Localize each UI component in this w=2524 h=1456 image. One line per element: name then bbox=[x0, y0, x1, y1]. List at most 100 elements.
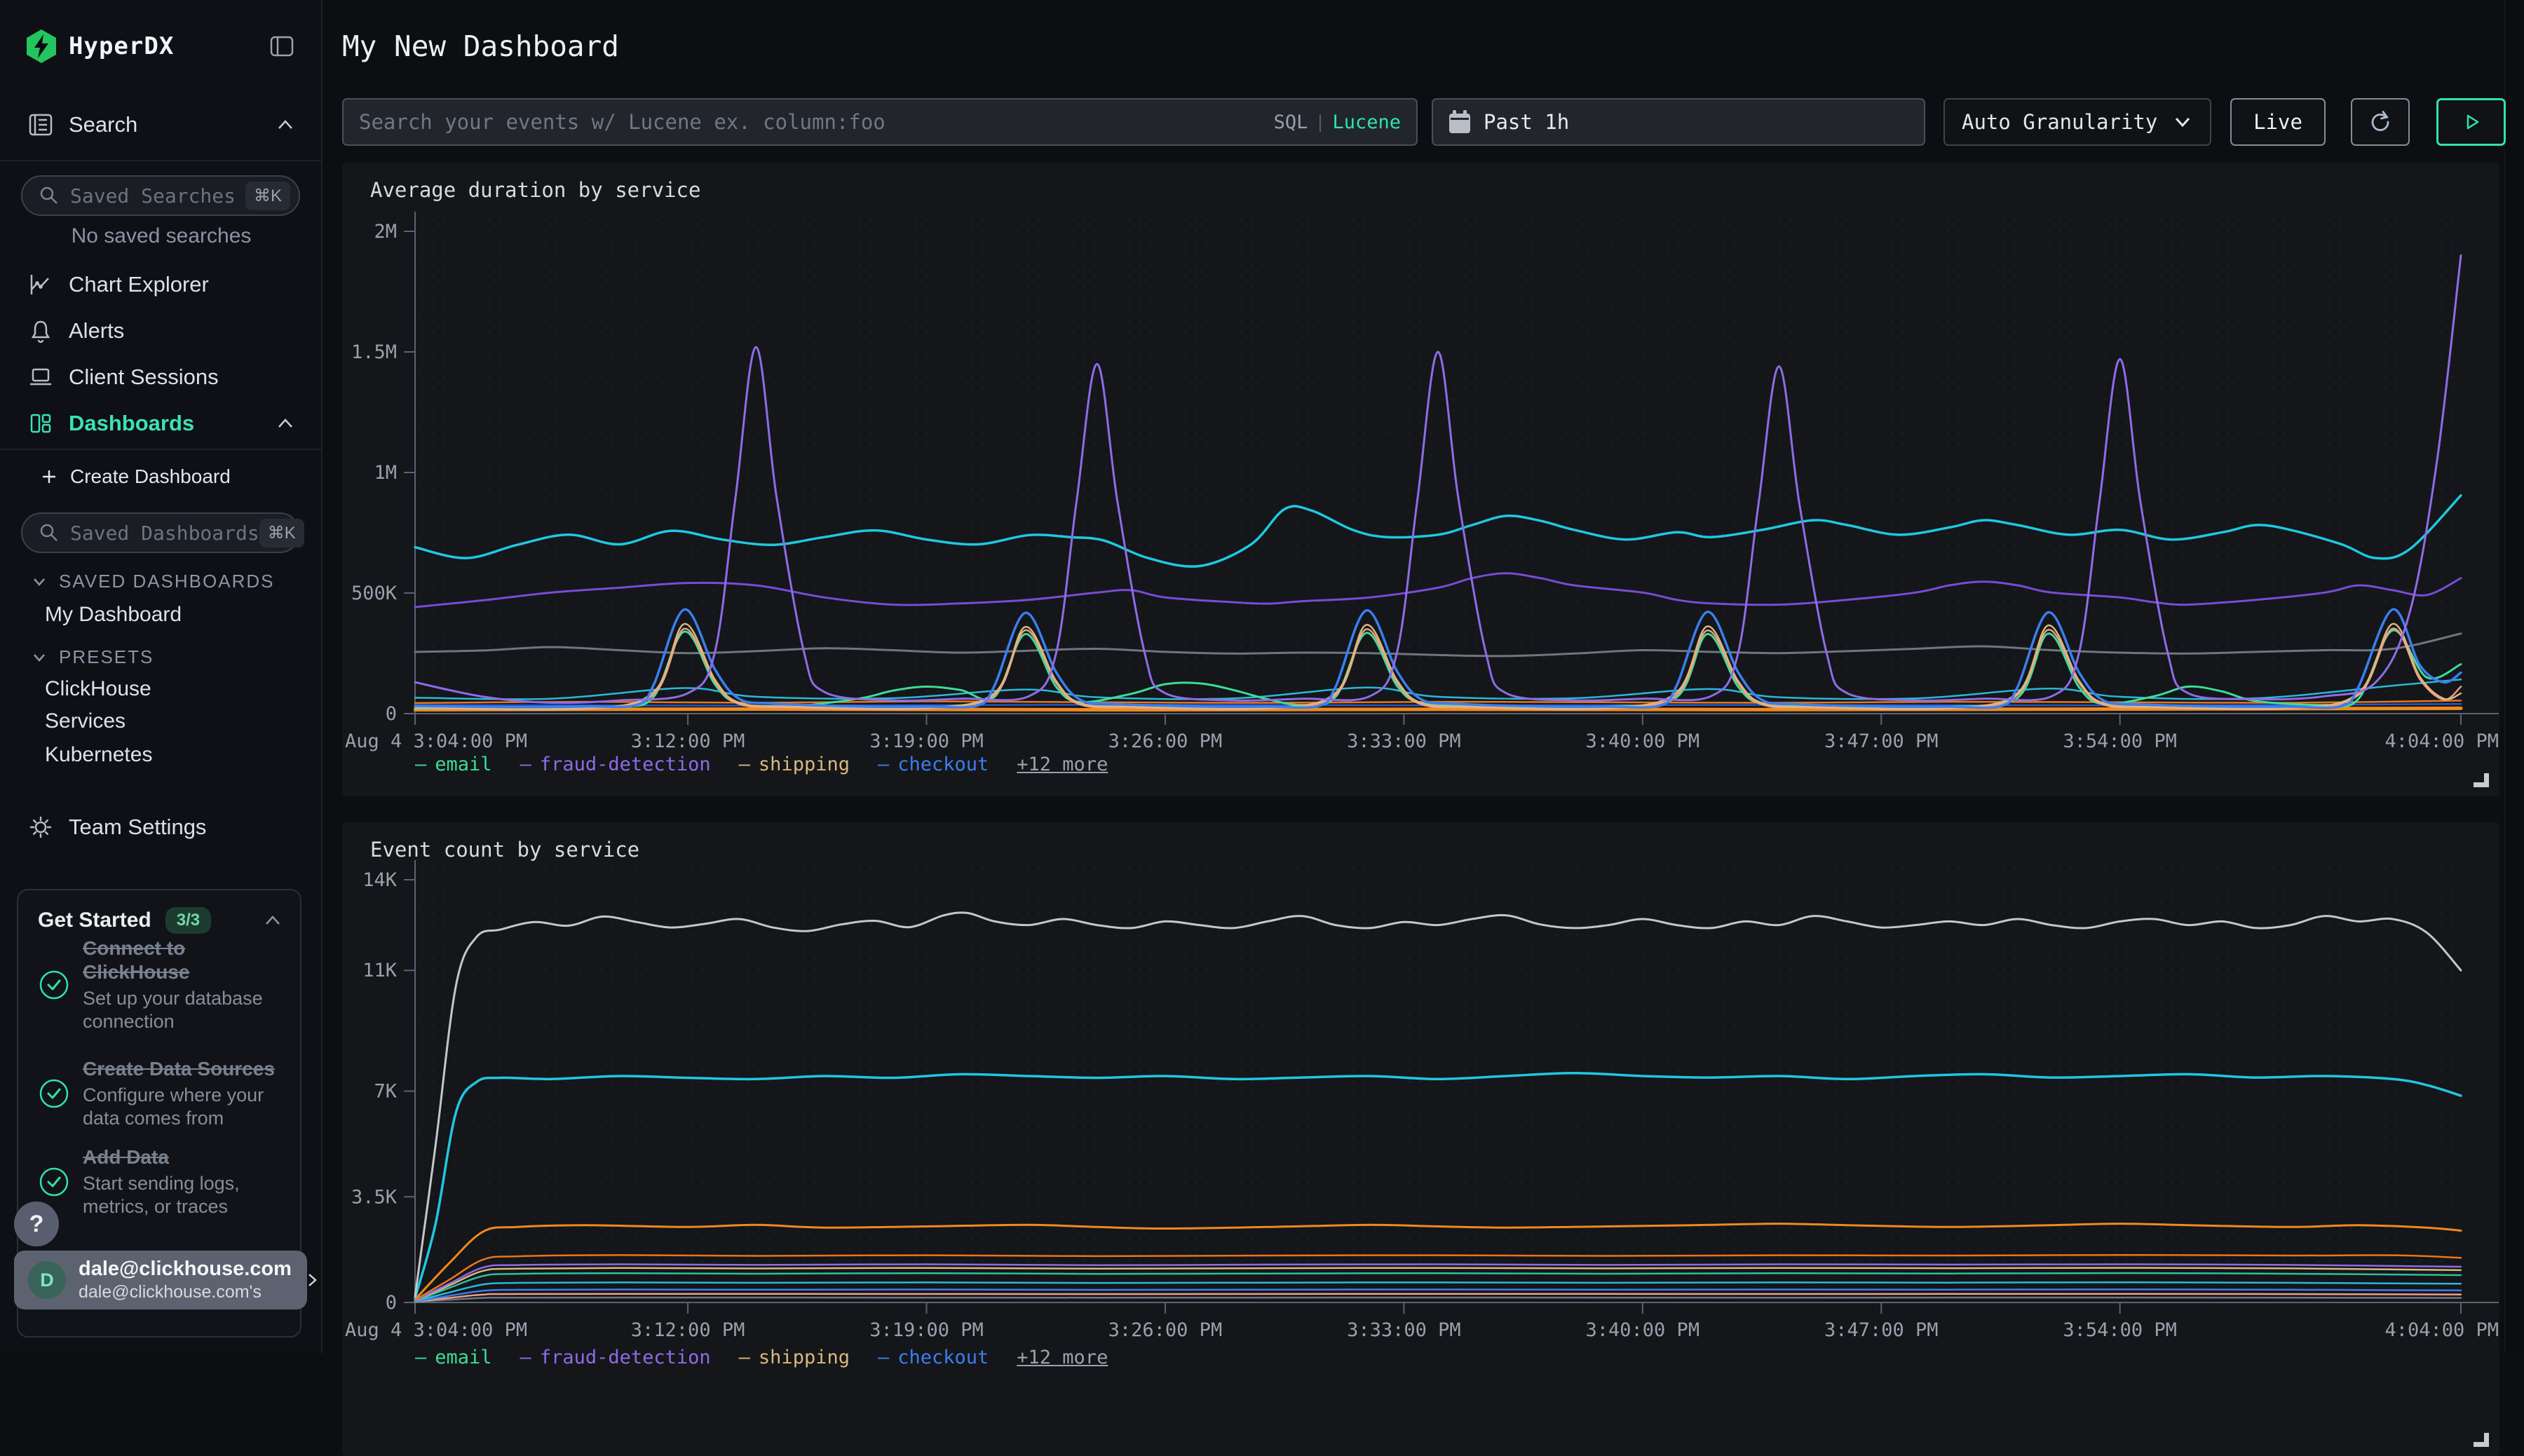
line-chart-event-count: 03.5K7K11K14KAug 4 3:04:00 PM3:12:00 PM3… bbox=[342, 822, 2499, 1411]
legend-item-shipping[interactable]: —shipping bbox=[739, 754, 850, 775]
sidebar-item-clickhouse[interactable]: ClickHouse bbox=[45, 677, 151, 701]
get-started-item-sources[interactable]: Create Data Sources Configure where your… bbox=[38, 1057, 286, 1130]
legend-item-checkout[interactable]: —checkout bbox=[878, 754, 989, 775]
sidebar-item-alerts[interactable]: Alerts bbox=[0, 311, 321, 351]
get-started-progress-badge: 3/3 bbox=[165, 907, 211, 934]
svg-text:4:04:00 PM: 4:04:00 PM bbox=[2384, 1319, 2499, 1341]
panel-resize-handle[interactable] bbox=[2474, 773, 2489, 787]
check-circle-icon bbox=[38, 1166, 70, 1198]
sidebar-item-label: Team Settings bbox=[69, 815, 206, 840]
saved-searches-placeholder: Saved Searches bbox=[70, 184, 236, 207]
refresh-button[interactable] bbox=[2351, 98, 2410, 146]
sidebar-item-search[interactable]: Search bbox=[0, 105, 321, 144]
create-dashboard-button[interactable]: Create Dashboard bbox=[39, 465, 231, 488]
legend-item-fraud-detection[interactable]: —fraud-detection bbox=[520, 1347, 711, 1368]
scroll-gutter bbox=[2504, 0, 2524, 1353]
get-started-item-desc: Set up your database connection bbox=[83, 987, 286, 1033]
divider bbox=[0, 160, 321, 161]
sidebar-item-services[interactable]: Services bbox=[45, 709, 125, 733]
search-list-icon bbox=[25, 111, 56, 139]
legend-item-checkout[interactable]: —checkout bbox=[878, 1347, 989, 1368]
svg-text:500K: 500K bbox=[351, 583, 398, 604]
legend-item-email[interactable]: —email bbox=[415, 754, 492, 775]
laptop-icon bbox=[25, 363, 56, 391]
svg-text:3:26:00 PM: 3:26:00 PM bbox=[1108, 730, 1223, 751]
legend-item-email[interactable]: —email bbox=[415, 1347, 492, 1368]
chevron-up-icon bbox=[275, 117, 296, 132]
sidebar-collapse-button[interactable] bbox=[268, 32, 296, 60]
dashboard-grid-icon bbox=[25, 409, 56, 437]
presets-section-header[interactable]: PRESETS bbox=[31, 646, 154, 668]
legend-item-shipping[interactable]: —shipping bbox=[739, 1347, 850, 1368]
shortcut-badge: ⌘K bbox=[259, 519, 304, 547]
sidebar-item-dashboards[interactable]: Dashboards bbox=[0, 404, 321, 443]
chart-legend: —email —fraud-detection —shipping —checkout… bbox=[415, 1347, 1108, 1368]
granularity-select[interactable]: Auto Granularity bbox=[1943, 98, 2211, 146]
hyperdx-logo-icon bbox=[25, 29, 57, 64]
event-search-input[interactable]: Search your events w/ Lucene ex. column:… bbox=[342, 98, 1418, 146]
panel-resize-handle[interactable] bbox=[2474, 1433, 2489, 1447]
chevron-down-icon bbox=[2172, 114, 2193, 130]
saved-dashboards-input[interactable]: Saved Dashboards ⌘K bbox=[21, 512, 300, 553]
sidebar-item-label: Client Sessions bbox=[69, 365, 219, 390]
time-range-picker[interactable]: Past 1h bbox=[1432, 98, 1925, 146]
get-started-item-desc: Start sending logs, metrics, or traces bbox=[83, 1172, 286, 1218]
no-saved-searches-text: No saved searches bbox=[0, 224, 323, 248]
get-started-item-title: Connect to ClickHouse bbox=[83, 937, 286, 984]
chart-legend: —email —fraud-detection —shipping —checkout… bbox=[415, 754, 1108, 775]
page-title: My New Dashboard bbox=[342, 29, 619, 63]
sidebar-item-client-sessions[interactable]: Client Sessions bbox=[0, 358, 321, 397]
get-started-collapse-button[interactable] bbox=[262, 913, 283, 928]
sql-toggle[interactable]: SQL bbox=[1274, 111, 1308, 133]
sidebar-item-team-settings[interactable]: Team Settings bbox=[0, 808, 321, 847]
language-divider: | bbox=[1317, 111, 1322, 133]
legend-more-link[interactable]: +12 more bbox=[1017, 1347, 1108, 1368]
svg-text:2M: 2M bbox=[374, 221, 397, 243]
get-started-item-add-data[interactable]: Add Data Start sending logs, metrics, or… bbox=[38, 1145, 286, 1218]
line-chart-avg-duration: 0500K1M1.5M2MAug 4 3:04:00 PM3:12:00 PM3… bbox=[342, 163, 2499, 751]
legend-item-fraud-detection[interactable]: —fraud-detection bbox=[520, 754, 711, 775]
bell-icon bbox=[25, 317, 56, 345]
lucene-toggle[interactable]: Lucene bbox=[1332, 111, 1401, 133]
avatar: D bbox=[28, 1261, 66, 1299]
svg-text:Aug 4 3:04:00 PM: Aug 4 3:04:00 PM bbox=[345, 1319, 527, 1341]
sidebar-item-label: Chart Explorer bbox=[69, 272, 209, 297]
svg-text:3:47:00 PM: 3:47:00 PM bbox=[1824, 1319, 1939, 1341]
svg-text:3:40:00 PM: 3:40:00 PM bbox=[1586, 730, 1700, 751]
svg-text:1.5M: 1.5M bbox=[351, 341, 397, 363]
gear-icon bbox=[25, 813, 56, 841]
get-started-item-title: Add Data bbox=[83, 1145, 286, 1169]
panel-collapse-icon bbox=[268, 32, 296, 60]
legend-more-link[interactable]: +12 more bbox=[1017, 754, 1108, 775]
svg-text:3.5K: 3.5K bbox=[351, 1186, 398, 1208]
calendar-icon bbox=[1448, 110, 1471, 134]
sidebar-item-chart-explorer[interactable]: Chart Explorer bbox=[0, 265, 321, 304]
search-icon bbox=[38, 522, 60, 544]
logo-row: HyperDX bbox=[0, 27, 321, 66]
saved-dashboards-section-header[interactable]: SAVED DASHBOARDS bbox=[31, 571, 274, 592]
svg-text:3:54:00 PM: 3:54:00 PM bbox=[2063, 730, 2177, 751]
event-search-placeholder: Search your events w/ Lucene ex. column:… bbox=[359, 110, 1274, 134]
user-email: dale@clickhouse.com bbox=[79, 1258, 292, 1281]
section-header-label: PRESETS bbox=[59, 646, 154, 668]
search-icon bbox=[38, 184, 60, 207]
sidebar-item-my-dashboard[interactable]: My Dashboard bbox=[45, 603, 182, 627]
get-started-item-desc: Configure where your data comes from bbox=[83, 1084, 286, 1130]
chevron-up-icon bbox=[275, 416, 296, 431]
get-started-item-connect[interactable]: Connect to ClickHouse Set up your databa… bbox=[38, 937, 286, 1033]
help-button[interactable]: ? bbox=[14, 1202, 59, 1246]
get-started-item-title: Create Data Sources bbox=[83, 1057, 286, 1081]
time-range-label: Past 1h bbox=[1484, 110, 1569, 134]
saved-searches-input[interactable]: Saved Searches ⌘K bbox=[21, 175, 300, 216]
svg-text:11K: 11K bbox=[362, 960, 398, 981]
chevron-down-icon bbox=[31, 651, 48, 664]
user-menu[interactable]: D dale@clickhouse.com dale@clickhouse.co… bbox=[14, 1251, 307, 1309]
sidebar-item-kubernetes[interactable]: Kubernetes bbox=[45, 743, 152, 767]
refresh-icon bbox=[2366, 108, 2394, 136]
svg-text:3:54:00 PM: 3:54:00 PM bbox=[2063, 1319, 2177, 1341]
run-query-button[interactable] bbox=[2436, 98, 2506, 146]
granularity-label: Auto Granularity bbox=[1962, 110, 2157, 134]
sidebar-item-label: Search bbox=[69, 112, 137, 137]
live-button[interactable]: Live bbox=[2230, 98, 2326, 146]
svg-text:3:19:00 PM: 3:19:00 PM bbox=[869, 730, 984, 751]
